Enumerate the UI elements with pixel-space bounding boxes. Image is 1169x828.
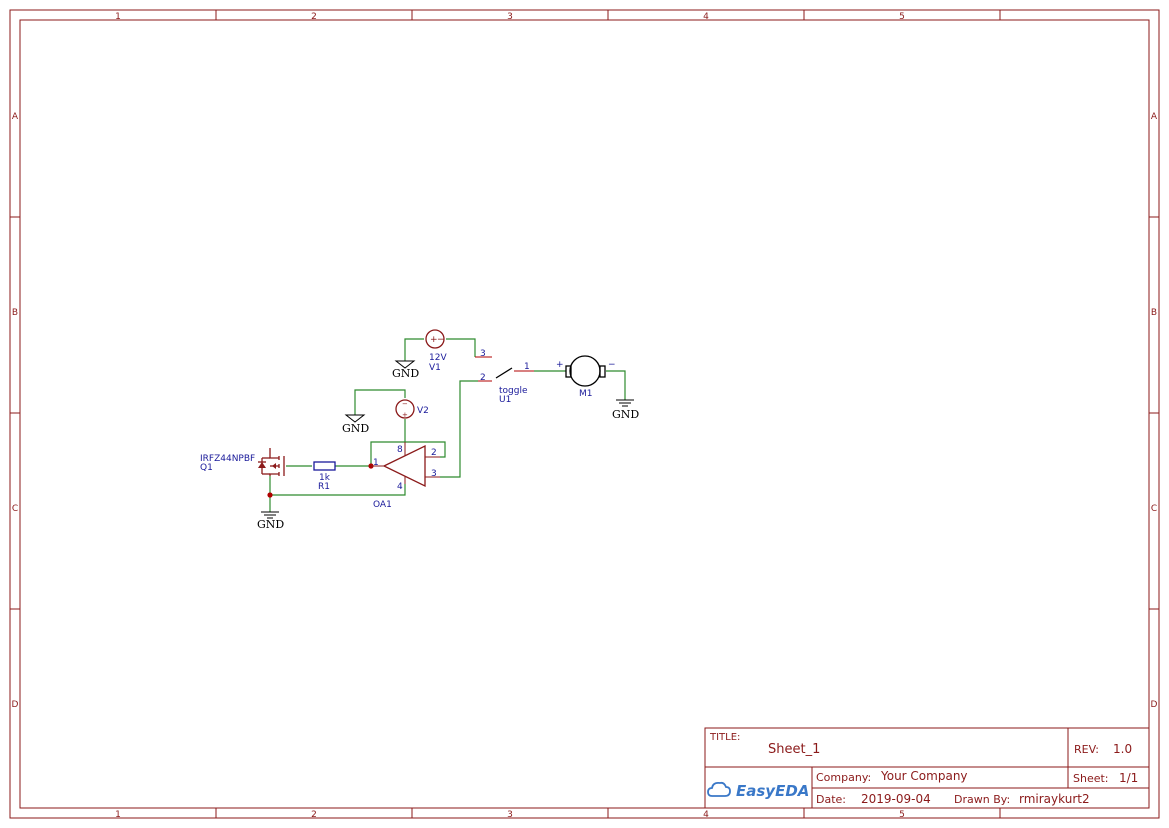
date-value: 2019-09-04 <box>861 792 931 806</box>
col-label-bottom-1: 1 <box>115 810 121 820</box>
row-label-left-a: A <box>12 112 19 122</box>
zone-labels: 1 2 3 4 5 1 2 3 4 5 A B C D A B C D <box>12 12 1158 820</box>
date-label: Date: <box>816 793 846 806</box>
row-label-left-b: B <box>12 308 18 318</box>
svg-text:−: − <box>437 335 445 345</box>
m1-minus: − <box>608 360 616 370</box>
u1-ref: U1 <box>499 395 511 405</box>
v1-value: 12V <box>429 353 447 363</box>
col-label-bottom-4: 4 <box>703 810 709 820</box>
row-label-right-d: D <box>1151 700 1158 710</box>
gnd-label: GND <box>612 408 639 421</box>
rev-label: REV: <box>1074 743 1099 756</box>
voltage-source-v1[interactable]: + − 12V V1 <box>425 329 447 373</box>
oa1-pin-4: 4 <box>397 482 403 492</box>
v1-ref: V1 <box>429 363 441 373</box>
col-label-bottom-3: 3 <box>507 810 513 820</box>
gnd-symbol-m1: GND <box>612 399 639 421</box>
title-block: TITLE: Sheet_1 REV: 1.0 EasyEDA Company:… <box>704 727 1150 809</box>
gnd-label: GND <box>342 422 369 435</box>
v2-ref: V2 <box>417 406 429 416</box>
drawn-by-value: rmiraykurt2 <box>1019 792 1090 806</box>
oa1-pin-1: 1 <box>373 458 379 468</box>
gnd-symbol-v2: GND <box>342 414 369 435</box>
gnd-symbol-q1: GND <box>257 511 284 531</box>
r1-ref: R1 <box>318 482 330 492</box>
svg-text:+: + <box>402 411 408 419</box>
row-label-left-c: C <box>12 504 18 514</box>
oa1-pin-3: 3 <box>431 469 437 479</box>
mosfet-q1[interactable]: IRFZ44NPBF Q1 <box>200 448 285 476</box>
company-label: Company: <box>816 771 871 784</box>
motor-m1[interactable]: + − M1 <box>556 355 616 399</box>
gnd-symbol-v1: GND <box>392 360 419 380</box>
gnd-label: GND <box>257 518 284 531</box>
svg-text:−: − <box>402 400 408 408</box>
opamp-oa1[interactable]: 1 2 3 8 4 OA1 <box>371 442 440 510</box>
toggle-switch-u1[interactable]: 3 2 1 toggle U1 <box>475 349 534 405</box>
oa1-ref: OA1 <box>373 500 392 510</box>
sheet-value: 1/1 <box>1119 771 1138 785</box>
m1-plus: + <box>556 360 564 370</box>
oa1-pin-8: 8 <box>397 445 403 455</box>
sheet-label: Sheet: <box>1073 772 1109 785</box>
col-label-top-2: 2 <box>311 12 317 22</box>
drawn-by-label: Drawn By: <box>954 793 1010 806</box>
voltage-source-v2[interactable]: − + V2 <box>395 399 429 419</box>
junction-dot <box>267 492 273 498</box>
company-value: Your Company <box>880 769 968 783</box>
cloud-icon <box>707 781 731 797</box>
row-label-right-a: A <box>1151 112 1158 122</box>
rev-value: 1.0 <box>1113 742 1132 756</box>
logo-text: EasyEDA <box>736 782 809 800</box>
m1-ref: M1 <box>579 389 593 399</box>
title-label: TITLE: <box>709 732 740 743</box>
resistor-r1[interactable]: 1k R1 <box>313 461 336 492</box>
sheet-frame <box>9 9 1160 819</box>
row-label-right-c: C <box>1151 504 1157 514</box>
col-label-top-5: 5 <box>899 12 905 22</box>
oa1-pin-2: 2 <box>431 448 437 458</box>
col-label-bottom-5: 5 <box>899 810 905 820</box>
u1-pin-2: 2 <box>480 373 486 383</box>
schematic-sheet: 1 2 3 4 5 1 2 3 4 5 A B C D A B C D + − … <box>9 9 1160 820</box>
col-label-top-3: 3 <box>507 12 513 22</box>
easyeda-logo: EasyEDA <box>707 781 809 800</box>
q1-ref: Q1 <box>200 463 213 473</box>
title-value: Sheet_1 <box>768 742 820 757</box>
row-label-left-d: D <box>12 700 19 710</box>
row-label-right-b: B <box>1151 308 1157 318</box>
col-label-bottom-2: 2 <box>311 810 317 820</box>
gnd-label: GND <box>392 367 419 380</box>
col-label-top-4: 4 <box>703 12 709 22</box>
col-label-top-1: 1 <box>115 12 121 22</box>
u1-pin-3: 3 <box>480 349 486 359</box>
u1-pin-1: 1 <box>524 362 530 372</box>
